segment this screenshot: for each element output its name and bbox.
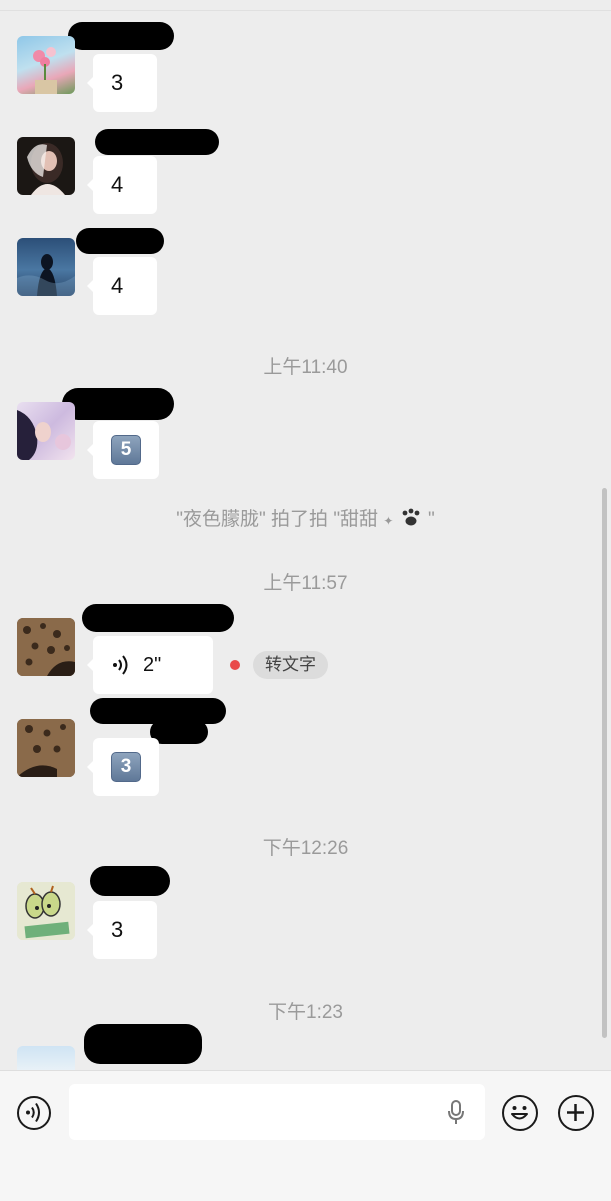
avatar[interactable]	[17, 618, 75, 676]
redacted-sender-name	[68, 22, 174, 50]
unread-voice-dot	[230, 660, 240, 670]
message-text: 3	[111, 70, 124, 95]
scrollbar[interactable]	[602, 488, 607, 1038]
avatar[interactable]	[17, 1046, 75, 1070]
system-pat-note: "夜色朦胧" 拍了拍 "甜甜 ✦ "	[0, 504, 611, 531]
voice-duration: 2"	[143, 653, 162, 676]
plus-icon[interactable]	[558, 1095, 594, 1131]
avatar[interactable]	[17, 402, 75, 460]
message-bubble[interactable]: 5	[87, 421, 159, 479]
leopard-photo	[17, 618, 75, 676]
timestamp: 下午1:23	[268, 1002, 343, 1023]
avatar[interactable]	[17, 719, 75, 777]
timestamp: 上午11:40	[263, 357, 348, 378]
microphone-icon[interactable]	[447, 1100, 465, 1126]
message-bubble[interactable]: 4	[87, 156, 157, 214]
convert-to-text-button[interactable]: 转文字	[253, 651, 328, 679]
top-divider	[0, 10, 611, 11]
message-text: 4	[111, 273, 124, 298]
timestamp: 上午11:57	[263, 573, 348, 594]
message-input[interactable]	[69, 1084, 485, 1140]
sparkle-icon: ✦	[383, 514, 394, 528]
redacted-sender-name	[76, 228, 164, 254]
message-bubble[interactable]: 3	[87, 54, 157, 112]
silhouette-photo	[17, 254, 75, 296]
redacted-sender-name	[84, 1024, 202, 1064]
emoji-icon[interactable]	[502, 1095, 538, 1131]
pat-note-end: "	[427, 509, 435, 530]
paw-icon	[399, 508, 423, 528]
message-bubble[interactable]: 4	[87, 257, 157, 315]
portrait-photo	[17, 410, 71, 460]
message-bubble[interactable]: 3	[87, 738, 159, 796]
flower-photo	[33, 47, 57, 94]
redacted-sender-name	[150, 720, 208, 744]
message-text: 4	[111, 172, 124, 197]
voice-icon[interactable]	[17, 1096, 51, 1130]
message-bubble[interactable]: 3	[87, 901, 157, 959]
portrait-photo	[27, 143, 65, 195]
avatar[interactable]	[17, 36, 75, 94]
leopard-photo	[17, 719, 75, 777]
avatar[interactable]	[17, 882, 75, 940]
keycap-emoji: 3	[111, 752, 141, 782]
cartoon-photo	[17, 882, 75, 940]
timestamp: 下午12:26	[262, 838, 349, 859]
redacted-sender-name	[95, 129, 219, 155]
keycap-emoji: 5	[111, 435, 141, 465]
redacted-sender-name	[62, 388, 174, 420]
redacted-sender-name	[82, 604, 234, 632]
voice-message-bubble[interactable]: 2"	[87, 636, 213, 694]
input-bar	[0, 1070, 611, 1201]
avatar[interactable]	[17, 137, 75, 195]
voice-wave-icon	[111, 653, 133, 677]
pat-note-text: "夜色朦胧" 拍了拍 "甜甜	[176, 509, 379, 530]
avatar[interactable]	[17, 238, 75, 296]
message-text: 3	[111, 917, 124, 942]
redacted-sender-name	[90, 866, 170, 896]
